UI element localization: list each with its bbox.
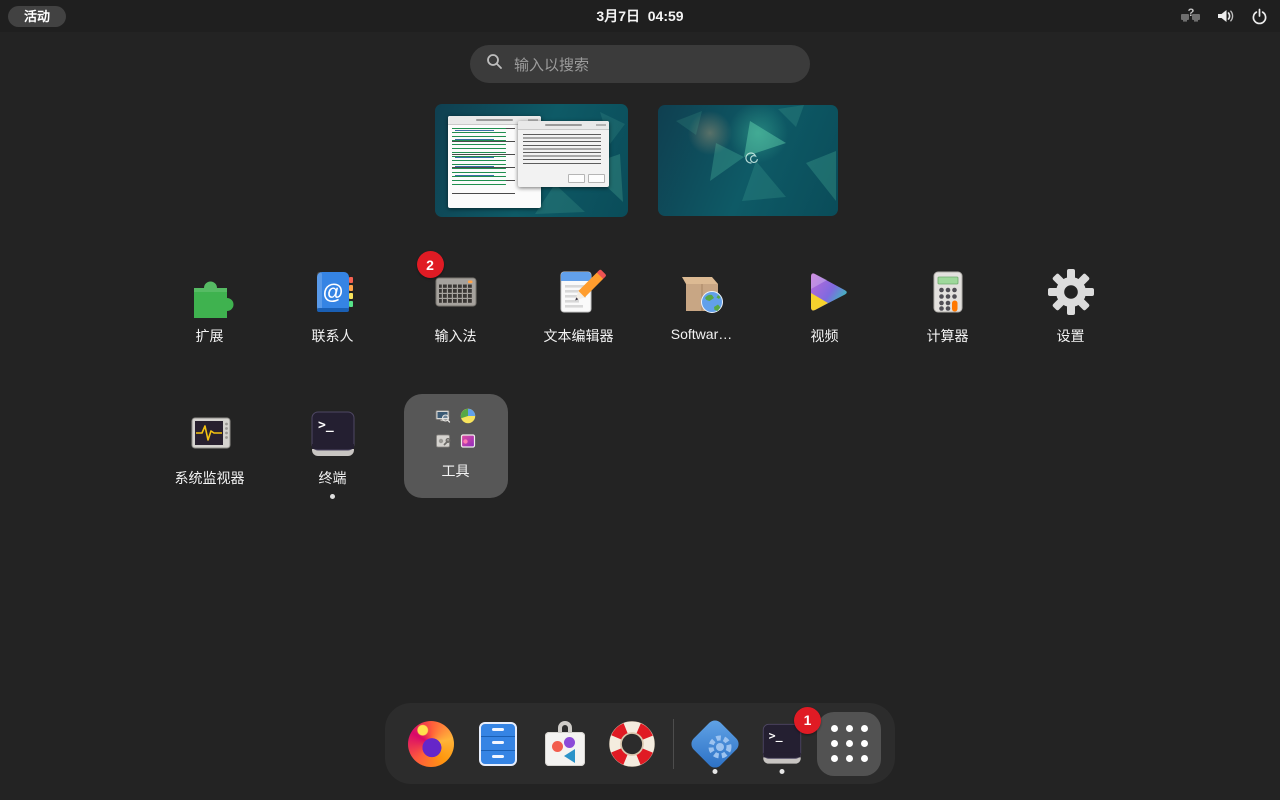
- power-icon[interactable]: [1246, 3, 1272, 29]
- fcitx-config-icon: [688, 717, 742, 771]
- app-label: 文本编辑器: [544, 326, 614, 346]
- dialog-window-preview[interactable]: [518, 121, 609, 187]
- running-indicator: [780, 769, 785, 774]
- software-store-icon: [545, 732, 585, 766]
- dock-terminal[interactable]: 1 >_: [750, 712, 814, 776]
- app-software: Softwar…: [640, 264, 763, 346]
- dock-files[interactable]: [466, 712, 530, 776]
- svg-text:>_: >_: [318, 418, 334, 433]
- software-icon[interactable]: [674, 264, 730, 320]
- notification-badge: 2: [417, 251, 444, 278]
- workspace-thumbnail-2[interactable]: [658, 105, 838, 216]
- folder-tools[interactable]: 工具: [404, 394, 508, 498]
- input-method-icon[interactable]: 2: [428, 264, 484, 320]
- clock-calendar[interactable]: 3月7日 04:59: [0, 0, 1280, 32]
- search-icon: [486, 53, 503, 75]
- app-label: Softwar…: [671, 326, 732, 342]
- videos-icon[interactable]: [797, 264, 853, 320]
- notification-badge: 1: [794, 707, 821, 734]
- search-placeholder: 输入以搜索: [514, 54, 589, 75]
- app-label: 设置: [1057, 326, 1085, 346]
- app-videos: 视频: [763, 264, 886, 346]
- files-icon: [479, 722, 517, 766]
- folder-preview-icons: [434, 407, 477, 450]
- workspace-thumbnail-1[interactable]: [435, 104, 628, 217]
- extensions-icon[interactable]: [182, 264, 238, 320]
- disk-usage-analyzer-icon: [459, 407, 477, 425]
- contacts-icon[interactable]: @: [305, 264, 361, 320]
- app-extensions: 扩展: [148, 264, 271, 346]
- dock-show-apps[interactable]: [817, 712, 881, 776]
- dash-dock: 1 >_: [385, 703, 895, 784]
- app-label: 系统监视器: [175, 468, 245, 488]
- app-contacts: @ 联系人: [271, 264, 394, 346]
- terminal-icon[interactable]: >_: [305, 406, 361, 462]
- dock-separator: [673, 719, 674, 769]
- gnome-activities-overview: 活动 3月7日 04:59 ?: [0, 0, 1280, 800]
- svg-text:@: @: [322, 281, 342, 304]
- svg-text:?: ?: [1188, 7, 1195, 19]
- top-bar: 活动 3月7日 04:59 ?: [0, 0, 1280, 32]
- system-monitor-icon[interactable]: [182, 406, 238, 462]
- app-text-editor: 文本编辑器: [517, 264, 640, 346]
- folder-label: 工具: [442, 461, 470, 481]
- app-system-monitor: 系统监视器: [148, 394, 271, 499]
- dock-fcitx-config[interactable]: [683, 712, 747, 776]
- dock-firefox[interactable]: [399, 712, 463, 776]
- app-grid-row-1: 扩展 @ 联系人 2: [148, 264, 1132, 346]
- app-folder-tools: 工具: [394, 394, 517, 499]
- network-question-icon[interactable]: ?: [1178, 3, 1204, 29]
- volume-icon[interactable]: [1212, 3, 1238, 29]
- app-label: 输入法: [435, 326, 477, 346]
- app-settings: 设置: [1009, 264, 1132, 346]
- text-editor-icon[interactable]: [551, 264, 607, 320]
- running-indicator: [330, 494, 335, 499]
- system-status-area: ?: [1178, 0, 1272, 32]
- svg-text:>_: >_: [769, 728, 783, 743]
- firefox-icon: [408, 721, 454, 767]
- running-indicator: [713, 769, 718, 774]
- dock-software[interactable]: [533, 712, 597, 776]
- show-apps-icon: [817, 712, 881, 776]
- calculator-icon[interactable]: [920, 264, 976, 320]
- app-label: 联系人: [312, 326, 354, 346]
- app-input-method: 2 输入法: [394, 264, 517, 346]
- search-input[interactable]: 输入以搜索: [470, 45, 810, 83]
- image-viewer-icon: [459, 432, 477, 450]
- app-calculator: 计算器: [886, 264, 1009, 346]
- app-label: 终端: [319, 468, 347, 488]
- log-viewer-icon: [434, 407, 452, 425]
- app-terminal: >_ 终端: [271, 394, 394, 499]
- app-label: 扩展: [196, 326, 224, 346]
- app-grid-row-2: 系统监视器 >_ 终端: [148, 394, 517, 499]
- help-icon: [608, 720, 656, 768]
- settings-icon[interactable]: [1043, 264, 1099, 320]
- disk-utility-icon: [434, 432, 452, 450]
- dock-help[interactable]: [600, 712, 664, 776]
- app-label: 视频: [811, 326, 839, 346]
- activities-button[interactable]: 活动: [8, 6, 66, 27]
- app-label: 计算器: [927, 326, 969, 346]
